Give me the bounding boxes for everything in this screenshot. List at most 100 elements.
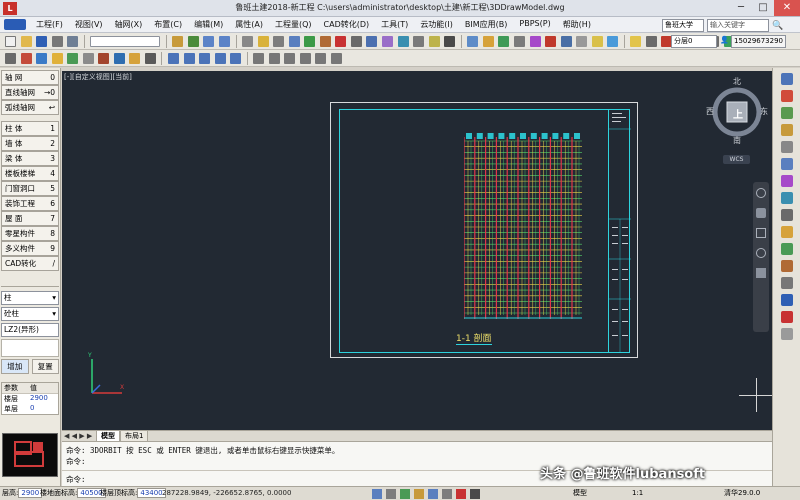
- menu-pbps[interactable]: PBPS(P): [513, 19, 556, 30]
- cloud-icon[interactable]: [545, 36, 557, 47]
- view-right-icon[interactable]: [214, 53, 226, 64]
- component-type-select[interactable]: 柱 ▾: [1, 291, 59, 305]
- measure-icon[interactable]: [428, 36, 440, 47]
- category-misc[interactable]: 零星构件 8: [1, 226, 59, 241]
- close-button[interactable]: ✕: [774, 0, 800, 16]
- offset-icon[interactable]: [319, 36, 331, 47]
- menu-attributes[interactable]: 属性(A): [229, 19, 269, 30]
- workspace-label[interactable]: 清华29.0.0: [722, 488, 762, 500]
- command-input[interactable]: 命令:: [66, 474, 86, 485]
- minimize-button[interactable]: ─: [730, 0, 752, 16]
- category-door-window[interactable]: 门窗洞口 5: [1, 181, 59, 196]
- annotation-scale[interactable]: 1:1: [630, 488, 645, 500]
- menu-cloud[interactable]: 云功能(I): [414, 19, 459, 30]
- export-icon[interactable]: [513, 36, 525, 47]
- menu-view[interactable]: 视图(V): [69, 19, 109, 30]
- bim-icon[interactable]: [529, 36, 541, 47]
- check-icon[interactable]: [498, 36, 510, 47]
- extend-icon[interactable]: [366, 36, 378, 47]
- floor-copy-icon[interactable]: [172, 36, 184, 47]
- category-polymorph[interactable]: 多义构件 9: [1, 241, 59, 256]
- filter-icon[interactable]: [20, 53, 32, 64]
- trim-icon[interactable]: [350, 36, 362, 47]
- isolate-icon[interactable]: [98, 53, 110, 64]
- copy-button[interactable]: 复置: [31, 359, 59, 374]
- polar-toggle-icon[interactable]: [414, 489, 424, 499]
- viewcube-top[interactable]: 上: [733, 106, 743, 121]
- calc-sheet-icon[interactable]: [780, 141, 793, 153]
- save-icon[interactable]: [36, 36, 48, 47]
- snap-toggle-icon[interactable]: [386, 489, 396, 499]
- window-select-icon[interactable]: [36, 53, 48, 64]
- lock-icon[interactable]: [645, 36, 657, 47]
- explode-icon[interactable]: [144, 53, 156, 64]
- zoom-realtime-icon[interactable]: [315, 53, 327, 64]
- undo-arrow-icon[interactable]: [203, 36, 215, 47]
- bulb-icon[interactable]: [630, 36, 642, 47]
- view-front-icon[interactable]: [183, 53, 195, 64]
- zoom-extents-nav-icon[interactable]: [756, 228, 766, 238]
- external-ref-icon[interactable]: [780, 243, 793, 255]
- hide-icon[interactable]: [67, 53, 79, 64]
- category-column[interactable]: 柱 体 1: [1, 121, 59, 136]
- category-axis[interactable]: 轴 网 0: [1, 70, 59, 85]
- match-props-icon[interactable]: [129, 53, 141, 64]
- calc-icon[interactable]: [467, 36, 479, 47]
- delete-icon[interactable]: [335, 36, 347, 47]
- block-icon[interactable]: [780, 260, 793, 272]
- scale-icon[interactable]: [413, 36, 425, 47]
- undo-icon[interactable]: [67, 36, 79, 47]
- show-all-icon[interactable]: [82, 53, 94, 64]
- menu-bim[interactable]: BIM应用(B): [459, 19, 513, 30]
- open-file-icon[interactable]: [20, 36, 32, 47]
- view-top-icon[interactable]: [168, 53, 180, 64]
- view-left-icon[interactable]: [199, 53, 211, 64]
- settings-icon[interactable]: [560, 36, 572, 47]
- layer-icon[interactable]: [780, 90, 793, 102]
- zoom-prev-icon[interactable]: [331, 53, 343, 64]
- wcs-menu[interactable]: WCS: [723, 155, 750, 164]
- erase-icon[interactable]: [780, 311, 793, 323]
- copy-icon[interactable]: [242, 36, 254, 47]
- design-center-icon[interactable]: [780, 107, 793, 119]
- dyn-toggle-icon[interactable]: [456, 489, 466, 499]
- report-icon[interactable]: [482, 36, 494, 47]
- menu-axis[interactable]: 轴网(X): [109, 19, 149, 30]
- zoom-window-icon[interactable]: [253, 53, 265, 64]
- grid-toggle-icon[interactable]: [372, 489, 382, 499]
- mirror-icon[interactable]: [304, 36, 316, 47]
- viewcube-west[interactable]: 西: [706, 106, 714, 117]
- menu-cad-convert[interactable]: CAD转化(D): [318, 19, 376, 30]
- break-icon[interactable]: [382, 36, 394, 47]
- array-icon[interactable]: [397, 36, 409, 47]
- table-icon[interactable]: [780, 294, 793, 306]
- component-list[interactable]: [1, 339, 59, 357]
- floor-select[interactable]: 分层0: [671, 35, 717, 48]
- user-select[interactable]: 鲁班大学: [662, 19, 704, 32]
- steering-wheel-icon[interactable]: [756, 188, 766, 198]
- category-decoration[interactable]: 装饰工程 6: [1, 196, 59, 211]
- paste-icon[interactable]: [257, 36, 269, 47]
- view-label[interactable]: [-][自定义视图][当前]: [64, 72, 132, 82]
- category-straight-axis[interactable]: 直线轴网 →0: [1, 85, 59, 100]
- menu-edit[interactable]: 编辑(M): [188, 19, 229, 30]
- model-space-button[interactable]: 模型: [571, 488, 589, 500]
- move-icon[interactable]: [273, 36, 285, 47]
- menu-project[interactable]: 工程(F): [30, 19, 69, 30]
- menu-quantity[interactable]: 工程量(Q): [269, 19, 318, 30]
- print-icon[interactable]: [51, 36, 63, 47]
- quick-calc-icon[interactable]: [780, 226, 793, 238]
- menu-layout[interactable]: 布置(C): [148, 19, 188, 30]
- hatch-icon[interactable]: [780, 328, 793, 340]
- check-model-icon[interactable]: [780, 158, 793, 170]
- menu-tools[interactable]: 工具(T): [375, 19, 414, 30]
- showmotion-icon[interactable]: [756, 268, 766, 278]
- category-beam[interactable]: 梁 体 3: [1, 151, 59, 166]
- layer-combo[interactable]: [90, 36, 161, 47]
- table-row[interactable]: 单层 0: [2, 404, 58, 414]
- redo-arrow-icon[interactable]: [219, 36, 231, 47]
- user-icon[interactable]: 👤: [720, 36, 729, 44]
- tab-nav-arrows[interactable]: ◀ ◀ ▶ ▶: [64, 431, 92, 441]
- dimension-icon[interactable]: [780, 277, 793, 289]
- layer-isolate-icon[interactable]: [113, 53, 125, 64]
